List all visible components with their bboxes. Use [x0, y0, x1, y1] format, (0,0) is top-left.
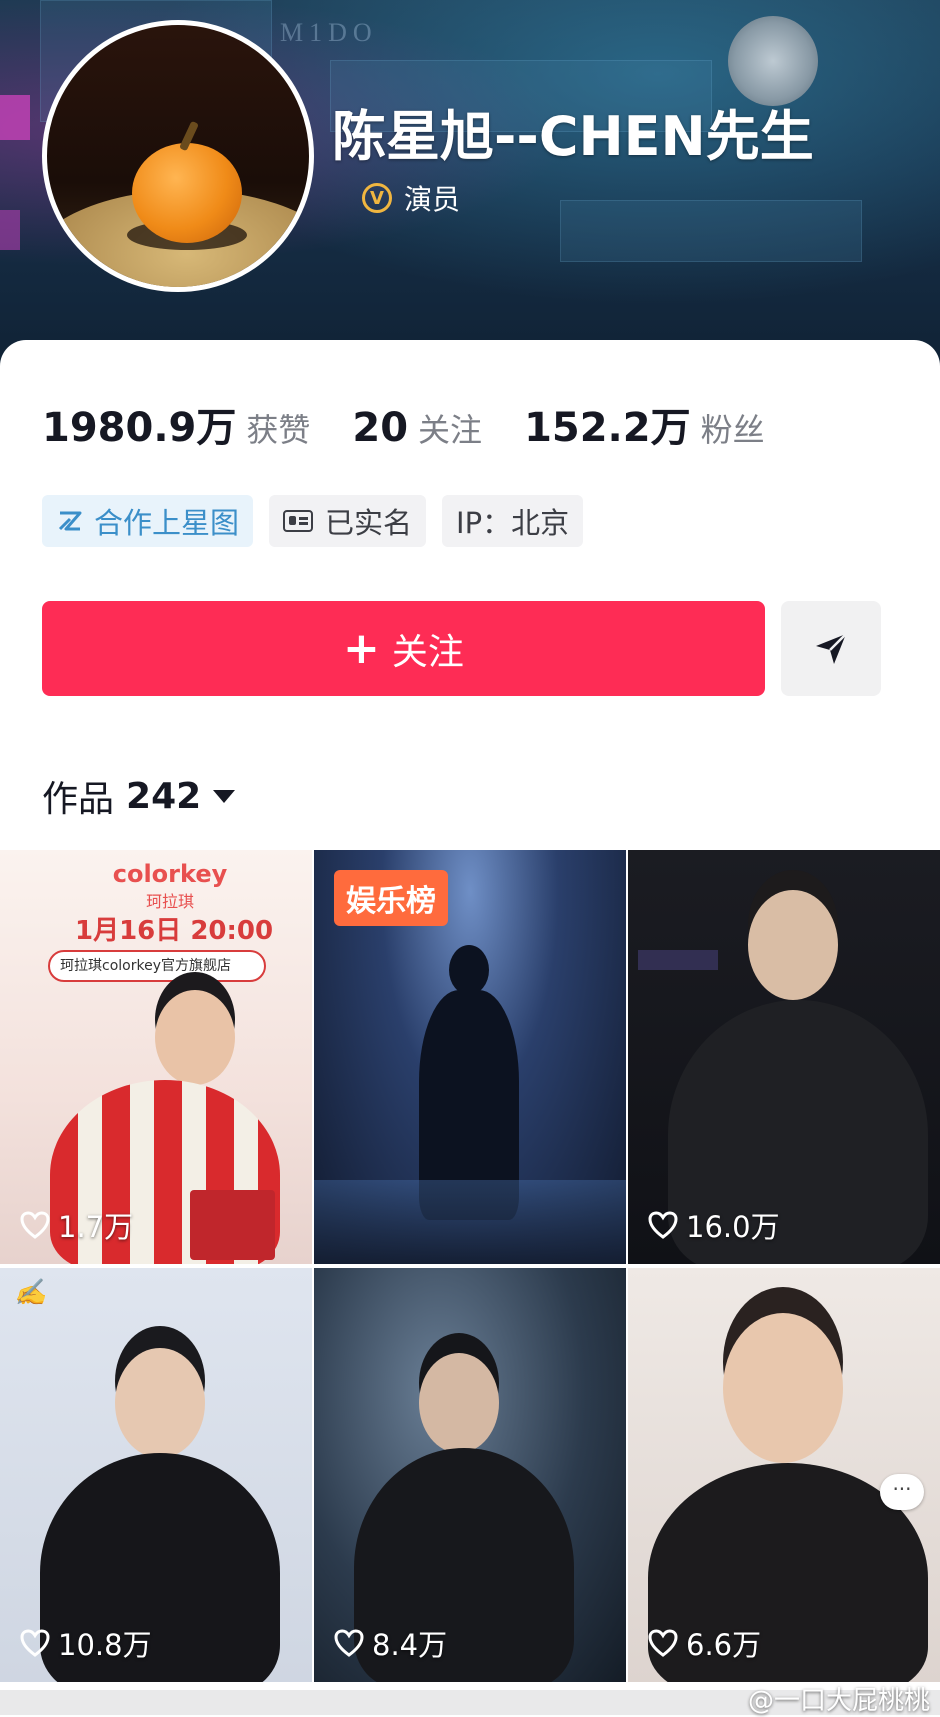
video-thumbnail[interactable]: colorkey 珂拉琪 1月16日 20:00 珂拉琪colorkey官方旗舰… — [0, 850, 312, 1264]
person-head — [748, 890, 838, 1000]
heart-icon — [334, 1629, 364, 1657]
realname-tag[interactable]: 已实名 — [269, 495, 427, 547]
banner-neon-sign — [0, 210, 20, 250]
cooperate-label: 合作上星图 — [94, 506, 240, 540]
video-likes: 1.7万 — [20, 1204, 133, 1246]
likes-label[interactable]: 获赞 — [246, 405, 310, 451]
likes-value: 1.7万 — [58, 1210, 134, 1244]
video-thumbnail[interactable]: ··· 6.6万 — [628, 1268, 940, 1682]
works-tab[interactable]: 作品 242 — [42, 770, 236, 822]
signature-mark: ✍ — [14, 1278, 47, 1308]
stats-row: 1980.9万 获赞 20 关注 152.2万 粉丝 — [42, 395, 807, 453]
promo-shop-search: 珂拉琪colorkey官方旗舰店 — [48, 950, 266, 982]
followers-label[interactable]: 粉丝 — [701, 405, 765, 451]
person-head — [115, 1348, 205, 1458]
star-map-icon — [58, 511, 82, 531]
profile-name: 陈星旭--CHEN先生 — [332, 105, 814, 168]
likes-count[interactable]: 1980.9万 — [42, 395, 236, 453]
heart-icon — [20, 1211, 50, 1239]
realname-label: 已实名 — [325, 506, 413, 540]
person-head — [155, 990, 235, 1085]
followers-count[interactable]: 152.2万 — [524, 395, 691, 453]
video-thumbnail[interactable]: 8.4万 — [314, 1268, 626, 1682]
works-count: 242 — [126, 775, 202, 817]
heart-icon — [648, 1211, 678, 1239]
promo-brand-en: colorkey — [112, 860, 228, 888]
share-button[interactable] — [781, 601, 881, 696]
avatar[interactable] — [42, 20, 314, 292]
follow-label: 关注 — [391, 631, 464, 673]
following-count[interactable]: 20 — [352, 405, 408, 451]
profile-banner: M1DO 陈星旭--CHEN先生 V 演员 — [0, 0, 940, 370]
ip-tag: IP：北京 — [442, 495, 584, 547]
video-likes: 8.4万 — [334, 1622, 447, 1664]
promo-date: 1月16日 20:00 — [75, 916, 274, 946]
verified-label: 演员 — [404, 183, 461, 216]
video-likes: 6.6万 — [648, 1622, 761, 1664]
person-head — [419, 1353, 499, 1453]
promo-brand-cn: 珂拉琪 — [145, 892, 194, 911]
promo-brand: colorkey 珂拉琪 — [100, 860, 240, 912]
video-thumbnail[interactable]: 娱乐榜 — [314, 850, 626, 1264]
person-head — [449, 945, 489, 995]
likes-value: 10.8万 — [58, 1628, 152, 1662]
plus-icon: + — [343, 622, 380, 674]
likes-value: 16.0万 — [686, 1210, 780, 1244]
video-thumbnail[interactable]: ✍ 10.8万 — [0, 1268, 312, 1682]
video-likes: 16.0万 — [648, 1204, 780, 1246]
ranking-badge: 娱乐榜 — [334, 870, 448, 926]
follow-button[interactable]: + 关注 — [42, 601, 765, 696]
verified-row: V 演员 — [362, 178, 460, 218]
background-light — [638, 950, 718, 970]
heart-icon — [648, 1629, 678, 1657]
banner-neon-sign — [0, 95, 30, 140]
likes-value: 8.4万 — [372, 1628, 448, 1662]
avatar-orange — [132, 143, 242, 243]
caret-down-icon — [213, 789, 236, 803]
following-label[interactable]: 关注 — [418, 405, 482, 451]
floor-reflection — [314, 1180, 626, 1264]
send-icon — [816, 632, 847, 664]
cooperate-tag[interactable]: 合作上星图 — [42, 495, 254, 547]
profile-tags: 合作上星图 已实名 IP：北京 — [42, 495, 584, 547]
video-likes: 10.8万 — [20, 1622, 152, 1664]
id-card-icon — [283, 510, 314, 532]
likes-value: 6.6万 — [686, 1628, 762, 1662]
gift-box — [190, 1190, 275, 1260]
banner-building — [560, 200, 862, 262]
video-thumbnail[interactable]: 16.0万 — [628, 850, 940, 1264]
works-label: 作品 — [42, 779, 115, 820]
ip-label: IP：北京 — [456, 506, 570, 540]
more-comment-bubble[interactable]: ··· — [880, 1474, 924, 1510]
banner-shop-text: M1DO — [280, 18, 378, 47]
weibo-watermark: @一口大屁桃桃 — [747, 1686, 930, 1716]
heart-icon — [20, 1629, 50, 1657]
person-head — [723, 1313, 843, 1463]
verified-v-icon: V — [362, 183, 392, 213]
